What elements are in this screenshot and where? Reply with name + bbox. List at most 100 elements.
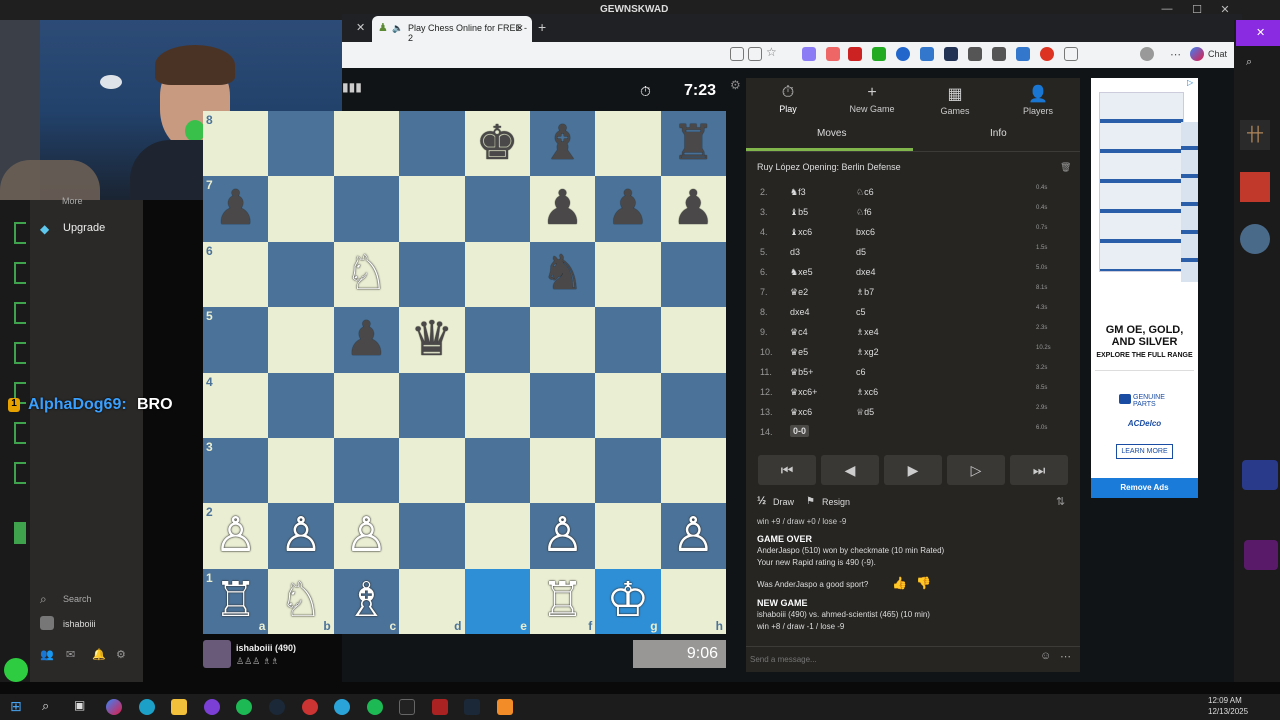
translate-icon[interactable]: [748, 47, 762, 61]
profile-avatar[interactable]: [1140, 47, 1154, 61]
app-icon[interactable]: [1240, 224, 1270, 254]
chess-piece[interactable]: ♟: [541, 185, 584, 233]
taskbar-search-icon[interactable]: ⌕: [42, 698, 49, 714]
adchoices-icon[interactable]: ▷: [1187, 78, 1193, 87]
extensions-puzzle-icon[interactable]: [1064, 47, 1078, 61]
edge-app-icon[interactable]: [139, 699, 155, 715]
white-move[interactable]: ♞xe5: [790, 267, 813, 278]
chess-piece[interactable]: ♟: [345, 315, 388, 364]
search-link[interactable]: Search: [63, 594, 92, 604]
tab-chess[interactable]: ♟ 🔈 Play Chess Online for FREE - 2 ✕: [372, 16, 532, 43]
square-b2[interactable]: ♙: [268, 503, 334, 569]
chess-piece[interactable]: ♟: [672, 185, 715, 233]
square-g4[interactable]: [595, 372, 661, 438]
chess-piece[interactable]: ♞: [541, 250, 584, 298]
square-d4[interactable]: [399, 372, 465, 438]
square-h2[interactable]: ♙: [660, 503, 726, 569]
copilot-app-icon[interactable]: [106, 699, 122, 715]
steam-app-icon[interactable]: [269, 699, 285, 715]
nav-players[interactable]: 👤 Players: [998, 84, 1078, 116]
square-a1[interactable]: 1 a ♖: [203, 568, 269, 634]
square-d8[interactable]: [399, 111, 465, 177]
app-icon[interactable]: [432, 699, 448, 715]
tab-close-icon[interactable]: ✕: [516, 23, 524, 34]
chess-piece[interactable]: ♛: [410, 315, 453, 364]
white-move[interactable]: d3: [790, 247, 800, 257]
square-c8[interactable]: [333, 111, 400, 177]
extension-icon[interactable]: [1016, 47, 1030, 61]
square-h4[interactable]: [660, 372, 726, 438]
square-e2[interactable]: [464, 503, 530, 569]
app-icon[interactable]: [1244, 540, 1278, 570]
first-move-button[interactable]: ⏮: [758, 455, 816, 485]
square-h8[interactable]: ♜: [660, 111, 726, 177]
extension-icon[interactable]: [872, 47, 886, 61]
board-settings-icon[interactable]: ⚙: [730, 78, 741, 92]
extension-icon[interactable]: [920, 47, 934, 61]
square-e3[interactable]: [464, 437, 530, 504]
chess-piece[interactable]: ♙: [214, 511, 257, 560]
square-d1[interactable]: d: [399, 568, 465, 634]
square-f3[interactable]: [529, 437, 596, 504]
app-icon[interactable]: [1240, 172, 1270, 202]
chess-piece[interactable]: ♙: [672, 511, 715, 560]
black-move[interactable]: ♗xe4: [856, 327, 879, 338]
resign-button[interactable]: Resign: [822, 497, 850, 507]
app-icon[interactable]: [302, 699, 318, 715]
square-f7[interactable]: ♟: [529, 176, 596, 242]
extension-icon[interactable]: [1040, 47, 1054, 61]
chat-button[interactable]: Chat: [1208, 49, 1227, 59]
black-move[interactable]: dxe4: [856, 267, 876, 277]
square-b7[interactable]: [268, 176, 334, 242]
terminal-app-icon[interactable]: [399, 699, 415, 715]
star-icon[interactable]: ☆: [766, 45, 780, 59]
square-e8[interactable]: ♚: [464, 111, 530, 177]
telegram-app-icon[interactable]: [334, 699, 350, 715]
black-move[interactable]: d5: [856, 247, 866, 257]
player-name[interactable]: ishaboiii (490): [236, 643, 296, 653]
square-b5[interactable]: [268, 307, 334, 373]
extension-icon[interactable]: [944, 47, 958, 61]
square-c5[interactable]: ♟: [333, 307, 400, 373]
square-b6[interactable]: [268, 241, 334, 308]
square-a8[interactable]: 8: [203, 111, 269, 177]
black-move[interactable]: ♗b7: [856, 287, 874, 298]
square-c1[interactable]: c ♗: [333, 568, 400, 634]
white-move[interactable]: dxe4: [790, 307, 810, 317]
white-move[interactable]: ♛b5+: [790, 367, 813, 378]
chess-piece[interactable]: ♙: [280, 511, 323, 560]
draw-button[interactable]: Draw: [773, 497, 794, 507]
extension-icon[interactable]: [992, 47, 1006, 61]
square-a2[interactable]: 2 ♙: [203, 503, 269, 569]
windows-start-icon[interactable]: ⊞: [10, 698, 22, 715]
trash-icon[interactable]: 🗑: [1060, 162, 1071, 173]
square-f2[interactable]: ♙: [529, 503, 596, 569]
square-a6[interactable]: 6: [203, 241, 269, 308]
square-d6[interactable]: [399, 241, 465, 308]
square-d3[interactable]: [399, 437, 465, 504]
square-f4[interactable]: [529, 372, 596, 438]
square-g5[interactable]: [595, 307, 661, 373]
play-button[interactable]: ▶: [884, 455, 942, 485]
black-move[interactable]: bxc6: [856, 227, 875, 237]
square-d2[interactable]: [399, 503, 465, 569]
square-f1[interactable]: f ♖: [529, 568, 596, 634]
nav-play[interactable]: ⏱ Play: [748, 84, 828, 114]
square-e5[interactable]: [464, 307, 530, 373]
new-tab-icon[interactable]: +: [538, 19, 546, 35]
chess-piece[interactable]: ♘: [280, 577, 323, 625]
square-a7[interactable]: 7 ♟: [203, 176, 269, 242]
chess-piece[interactable]: ♚: [476, 119, 519, 168]
square-d7[interactable]: [399, 176, 465, 242]
chess-piece[interactable]: ♜: [672, 119, 715, 168]
chess-piece[interactable]: ♘: [345, 250, 388, 298]
bell-icon[interactable]: 🔔: [92, 648, 106, 661]
chess-piece[interactable]: ♙: [345, 511, 388, 560]
nav-games[interactable]: ▦ Games: [915, 84, 995, 116]
extension-icon[interactable]: [848, 47, 862, 61]
reader-icon[interactable]: [730, 47, 744, 61]
white-move[interactable]: ♛e5: [790, 347, 808, 358]
app-icon[interactable]: 卄: [1240, 120, 1270, 150]
square-b1[interactable]: b ♘: [268, 568, 334, 634]
square-d5[interactable]: ♛: [399, 307, 465, 373]
